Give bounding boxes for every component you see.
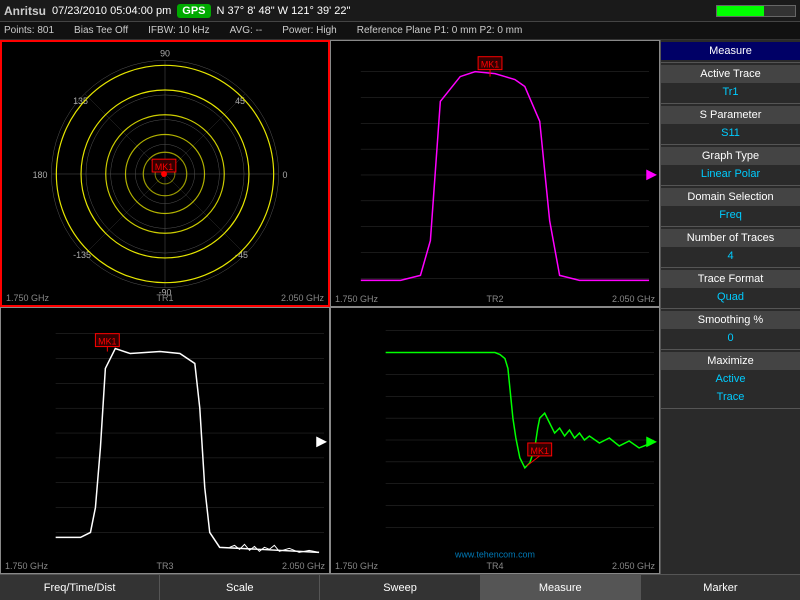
maximize-label[interactable]: Maximize: [661, 352, 800, 370]
tr3-chart: MK1: [1, 308, 329, 573]
svg-text:180: 180: [33, 170, 48, 180]
active-trace-section[interactable]: Active Trace Tr1: [661, 63, 800, 104]
power-bar: [716, 5, 796, 17]
tr2-freq-left: 1.750 GHz: [335, 294, 378, 304]
tr3-center-label: TR3: [156, 561, 173, 571]
num-traces-section[interactable]: Number of Traces 4: [661, 227, 800, 268]
num-traces-label[interactable]: Number of Traces: [661, 229, 800, 247]
tr4-freq-left: 1.750 GHz: [335, 561, 378, 571]
measure-button[interactable]: Measure: [661, 42, 800, 60]
tab-measure[interactable]: Measure: [481, 575, 641, 600]
smith-chart: 90 -90 180 0 135 45 -135 -45 MK1: [2, 42, 328, 305]
maximize-active: Active: [661, 370, 800, 388]
active-trace-value: Tr1: [661, 83, 800, 101]
domain-section[interactable]: Domain Selection Freq: [661, 186, 800, 227]
trace-format-value: Quad: [661, 288, 800, 306]
smoothing-value: 0: [661, 329, 800, 347]
right-sidebar: Measure Active Trace Tr1 S Parameter S11…: [660, 40, 800, 574]
trace-panel-tr1[interactable]: TR1:S11 Linear Polar Smooth: 0 % CAL: ON…: [0, 40, 330, 307]
datetime: 07/23/2010 05:04:00 pm: [52, 5, 171, 17]
active-trace-label[interactable]: Active Trace: [661, 65, 800, 83]
smoothing-label[interactable]: Smoothing %: [661, 311, 800, 329]
panels-area: TR1:S11 Linear Polar Smooth: 0 % CAL: ON…: [0, 40, 660, 574]
svg-text:www.tehencom.com: www.tehencom.com: [454, 549, 535, 559]
tr2-center-label: TR2: [486, 294, 503, 304]
tr4-arrow: ▶: [646, 432, 657, 449]
maximize-section[interactable]: Maximize Active Trace: [661, 350, 800, 409]
tr1-freq-left: 1.750 GHz: [6, 293, 49, 303]
tr2-chart: MK1: [331, 41, 659, 306]
trace-panel-tr4[interactable]: TR4:S11 Log Mag Smooth: 0 % CAL: ON (OK)…: [330, 307, 660, 574]
svg-text:45: 45: [235, 96, 245, 106]
gps-badge: GPS: [177, 4, 210, 18]
svg-text:0: 0: [283, 170, 288, 180]
points-label: Points: 801: [4, 25, 54, 36]
s-parameter-value: S11: [661, 124, 800, 142]
smoothing-section[interactable]: Smoothing % 0: [661, 309, 800, 350]
svg-text:MK1: MK1: [98, 337, 116, 347]
tr4-chart: MK1 www.tehencom.com: [331, 308, 659, 573]
bias-tee-label: Bias Tee Off: [74, 25, 128, 36]
power-label: Power: High: [282, 25, 336, 36]
s-parameter-label[interactable]: S Parameter: [661, 106, 800, 124]
domain-label[interactable]: Domain Selection: [661, 188, 800, 206]
measure-section: Measure: [661, 40, 800, 63]
graph-type-value: Linear Polar: [661, 165, 800, 183]
tr3-freq-right: 2.050 GHz: [282, 561, 325, 571]
top-bar: Anritsu 07/23/2010 05:04:00 pm GPS N 37°…: [0, 0, 800, 22]
tr4-freq-right: 2.050 GHz: [612, 561, 655, 571]
tr4-center-label: TR4: [486, 561, 503, 571]
tab-sweep[interactable]: Sweep: [320, 575, 480, 600]
maximize-trace: Trace: [661, 388, 800, 406]
tab-marker[interactable]: Marker: [641, 575, 800, 600]
svg-text:MK1: MK1: [481, 60, 499, 70]
svg-text:MK1: MK1: [155, 162, 173, 172]
trace-panel-tr2[interactable]: 1.0 0.0 -1.0 -2.0 -3.0 -4.0 -5.0 -6.0 -7…: [330, 40, 660, 307]
svg-text:MK1: MK1: [531, 446, 549, 456]
power-bar-fill: [717, 6, 764, 16]
svg-text:90: 90: [160, 48, 170, 58]
tab-scale[interactable]: Scale: [160, 575, 320, 600]
tr1-freq-right: 2.050 GHz: [281, 293, 324, 303]
tr1-center-label: TR1: [156, 293, 173, 303]
tr3-freq-left: 1.750 GHz: [5, 561, 48, 571]
avg-label: AVG: --: [230, 25, 263, 36]
trace-format-label[interactable]: Trace Format: [661, 270, 800, 288]
ref-plane-label: Reference Plane P1: 0 mm P2: 0 mm: [357, 25, 523, 36]
svg-text:135: 135: [73, 96, 88, 106]
domain-value: Freq: [661, 206, 800, 224]
num-traces-value: 4: [661, 247, 800, 265]
s-parameter-section[interactable]: S Parameter S11: [661, 104, 800, 145]
bottom-bar: Freq/Time/Dist Scale Sweep Measure Marke…: [0, 574, 800, 600]
coordinates: N 37° 8' 48" W 121° 39' 22": [217, 5, 711, 17]
tr2-arrow: ▶: [646, 165, 657, 182]
trace-format-section[interactable]: Trace Format Quad: [661, 268, 800, 309]
trace-panel-tr3[interactable]: TR3:S21 Log Mag Smooth: 0 % CAL: ON (OK)…: [0, 307, 330, 574]
tab-freq-time-dist[interactable]: Freq/Time/Dist: [0, 575, 160, 600]
tr2-freq-right: 2.050 GHz: [612, 294, 655, 304]
tr3-arrow: ▶: [316, 432, 327, 449]
main-area: TR1:S11 Linear Polar Smooth: 0 % CAL: ON…: [0, 40, 800, 574]
graph-type-label[interactable]: Graph Type: [661, 147, 800, 165]
second-bar: Points: 801 Bias Tee Off IFBW: 10 kHz AV…: [0, 22, 800, 40]
graph-type-section[interactable]: Graph Type Linear Polar: [661, 145, 800, 186]
logo: Anritsu: [4, 4, 46, 18]
ifbw-label: IFBW: 10 kHz: [148, 25, 210, 36]
